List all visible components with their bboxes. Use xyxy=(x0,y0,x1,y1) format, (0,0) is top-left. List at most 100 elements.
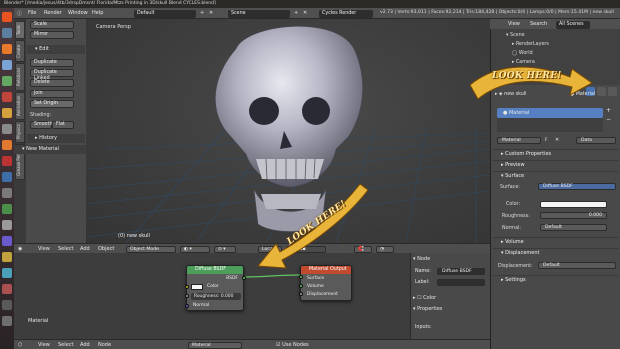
color-input-socket[interactable] xyxy=(184,285,189,289)
tab-relations[interactable]: Relations xyxy=(15,63,25,91)
surface-shader-select[interactable]: Diffuse BSDF xyxy=(538,183,616,190)
smooth-button[interactable]: Smooth xyxy=(30,121,53,129)
fake-user-button[interactable]: F xyxy=(545,138,548,143)
vp-menu-add[interactable]: Add xyxy=(80,246,90,252)
normal-input-socket[interactable] xyxy=(184,304,189,308)
menu-render[interactable]: Render xyxy=(44,10,62,16)
properties-panel-header[interactable]: ▾ Properties xyxy=(413,306,442,312)
diffuse-color-field[interactable] xyxy=(540,201,607,208)
node-name-field[interactable]: Diffuse BSDF xyxy=(437,268,485,275)
volume-input-socket[interactable] xyxy=(298,284,303,288)
history-panel-header[interactable]: ▸ History xyxy=(27,134,85,143)
ubuntu-logo-icon[interactable] xyxy=(2,12,12,22)
app-icon[interactable] xyxy=(2,268,12,278)
node-menu-select[interactable]: Select xyxy=(58,342,73,348)
add-slot-button[interactable]: + xyxy=(606,107,611,114)
unlink-material-button[interactable]: ✕ xyxy=(555,137,559,143)
remove-slot-button[interactable]: − xyxy=(606,116,611,123)
node-menu-add[interactable]: Add xyxy=(80,342,90,348)
menu-help[interactable]: Help xyxy=(92,10,103,16)
remove-scene-button[interactable]: ✕ xyxy=(303,10,307,16)
node-menu-node[interactable]: Node xyxy=(98,342,111,348)
add-scene-button[interactable]: + xyxy=(294,10,298,16)
node-menu-view[interactable]: View xyxy=(38,342,50,348)
outliner-item-renderlayers[interactable]: ▸ RenderLayers xyxy=(512,42,549,47)
software-center-icon[interactable] xyxy=(2,108,12,118)
vp-menu-select[interactable]: Select xyxy=(58,246,73,252)
files-icon[interactable] xyxy=(2,28,12,38)
flat-button[interactable]: Flat xyxy=(52,121,74,129)
join-button[interactable]: Join xyxy=(30,90,74,98)
app-icon[interactable] xyxy=(2,156,12,166)
tab-physics[interactable]: Physics xyxy=(15,121,25,143)
edit-panel-header[interactable]: ▾ Edit xyxy=(27,45,85,54)
displacement-select[interactable]: Default xyxy=(538,262,616,269)
remove-layout-button[interactable]: ✕ xyxy=(209,10,213,16)
mode-select[interactable]: Object Mode xyxy=(126,245,176,253)
pivot-select[interactable]: ⊙ ▾ xyxy=(214,245,236,253)
app-icon[interactable] xyxy=(2,300,12,310)
app-icon[interactable] xyxy=(2,204,12,214)
material-select[interactable]: Material xyxy=(188,341,242,349)
mirror-button[interactable]: Mirror xyxy=(30,31,74,39)
tab-create[interactable]: Create xyxy=(15,40,25,62)
trash-icon[interactable] xyxy=(2,316,12,326)
app-icon[interactable] xyxy=(2,236,12,246)
settings-icon[interactable] xyxy=(2,124,12,134)
custom-properties-section[interactable]: ▸ Custom Properties xyxy=(493,149,618,158)
use-nodes-checkbox[interactable]: ☑ Use Nodes xyxy=(276,342,309,348)
roughness-field-props[interactable]: 0.000 xyxy=(540,212,607,219)
shading-select[interactable]: ◐ ▾ xyxy=(180,245,210,253)
color-panel-header[interactable]: ▸ ☐ Color xyxy=(413,295,436,301)
roughness-field[interactable]: Roughness: 0.000 xyxy=(191,293,241,300)
vp-menu-object[interactable]: Object xyxy=(98,246,114,252)
delete-button[interactable]: Delete xyxy=(30,79,74,87)
outliner-item-scene[interactable]: ▾ Scene xyxy=(506,33,525,38)
outliner-scope-select[interactable]: All Scenes xyxy=(556,20,590,29)
scale-button[interactable]: Scale xyxy=(30,21,74,29)
particles-tab-icon[interactable] xyxy=(608,87,617,96)
diffuse-bsdf-node[interactable]: Diffuse BSDF BSDF Color Roughness: 0.000… xyxy=(184,265,246,311)
outliner-menu-view[interactable]: View xyxy=(508,21,520,27)
editor-type-node-icon[interactable]: ⬡ xyxy=(18,342,22,348)
app-icon[interactable] xyxy=(2,220,12,230)
preview-section[interactable]: ▸ Preview xyxy=(493,160,618,169)
surface-section[interactable]: ▾ Surface xyxy=(493,171,618,180)
material-slot-list-empty[interactable] xyxy=(497,118,603,132)
vp-menu-view[interactable]: View xyxy=(38,246,50,252)
link-data-select[interactable]: Data xyxy=(576,137,616,144)
writer-icon[interactable] xyxy=(2,60,12,70)
calc-icon[interactable] xyxy=(2,76,12,86)
editor-type-icon[interactable]: ⓘ xyxy=(17,10,22,17)
layout-select[interactable]: Default xyxy=(134,9,196,18)
app-icon[interactable] xyxy=(2,252,12,262)
color-swatch[interactable] xyxy=(191,284,203,290)
app-icon[interactable] xyxy=(2,172,12,182)
editor-type-3d-icon[interactable]: ◉ xyxy=(18,246,22,252)
material-name-field[interactable]: Material xyxy=(497,137,541,144)
operator-panel-header[interactable]: ▾ New Material xyxy=(14,145,86,154)
outliner-menu-search[interactable]: Search xyxy=(530,21,547,27)
blender-icon[interactable] xyxy=(2,140,12,150)
tab-tools[interactable]: Tools xyxy=(15,21,25,39)
firefox-icon[interactable] xyxy=(2,44,12,54)
set-origin-button[interactable]: Set Origin xyxy=(30,100,74,108)
menu-window[interactable]: Window xyxy=(68,10,88,16)
displacement-input-socket[interactable] xyxy=(298,292,303,296)
render-engine-select[interactable]: Cycles Render xyxy=(319,9,373,18)
node-label-field[interactable] xyxy=(437,279,485,286)
node-panel-header[interactable]: ▾ Node xyxy=(413,256,430,262)
app-icon[interactable] xyxy=(2,188,12,198)
normal-select[interactable]: Default xyxy=(540,224,607,231)
add-layout-button[interactable]: + xyxy=(200,10,204,16)
menu-file[interactable]: File xyxy=(28,10,36,16)
duplicate-linked-button[interactable]: Duplicate Linked xyxy=(30,69,74,81)
duplicate-button[interactable]: Duplicate xyxy=(30,59,74,67)
roughness-input-socket[interactable] xyxy=(184,294,189,298)
tab-animation[interactable]: Animation xyxy=(15,92,25,120)
displacement-section[interactable]: ▾ Displacement xyxy=(493,248,618,257)
app-icon[interactable] xyxy=(2,284,12,294)
scene-select[interactable]: Scene xyxy=(228,9,290,18)
settings-section[interactable]: ▸ Settings xyxy=(493,275,618,284)
volume-section[interactable]: ▸ Volume xyxy=(493,237,618,246)
